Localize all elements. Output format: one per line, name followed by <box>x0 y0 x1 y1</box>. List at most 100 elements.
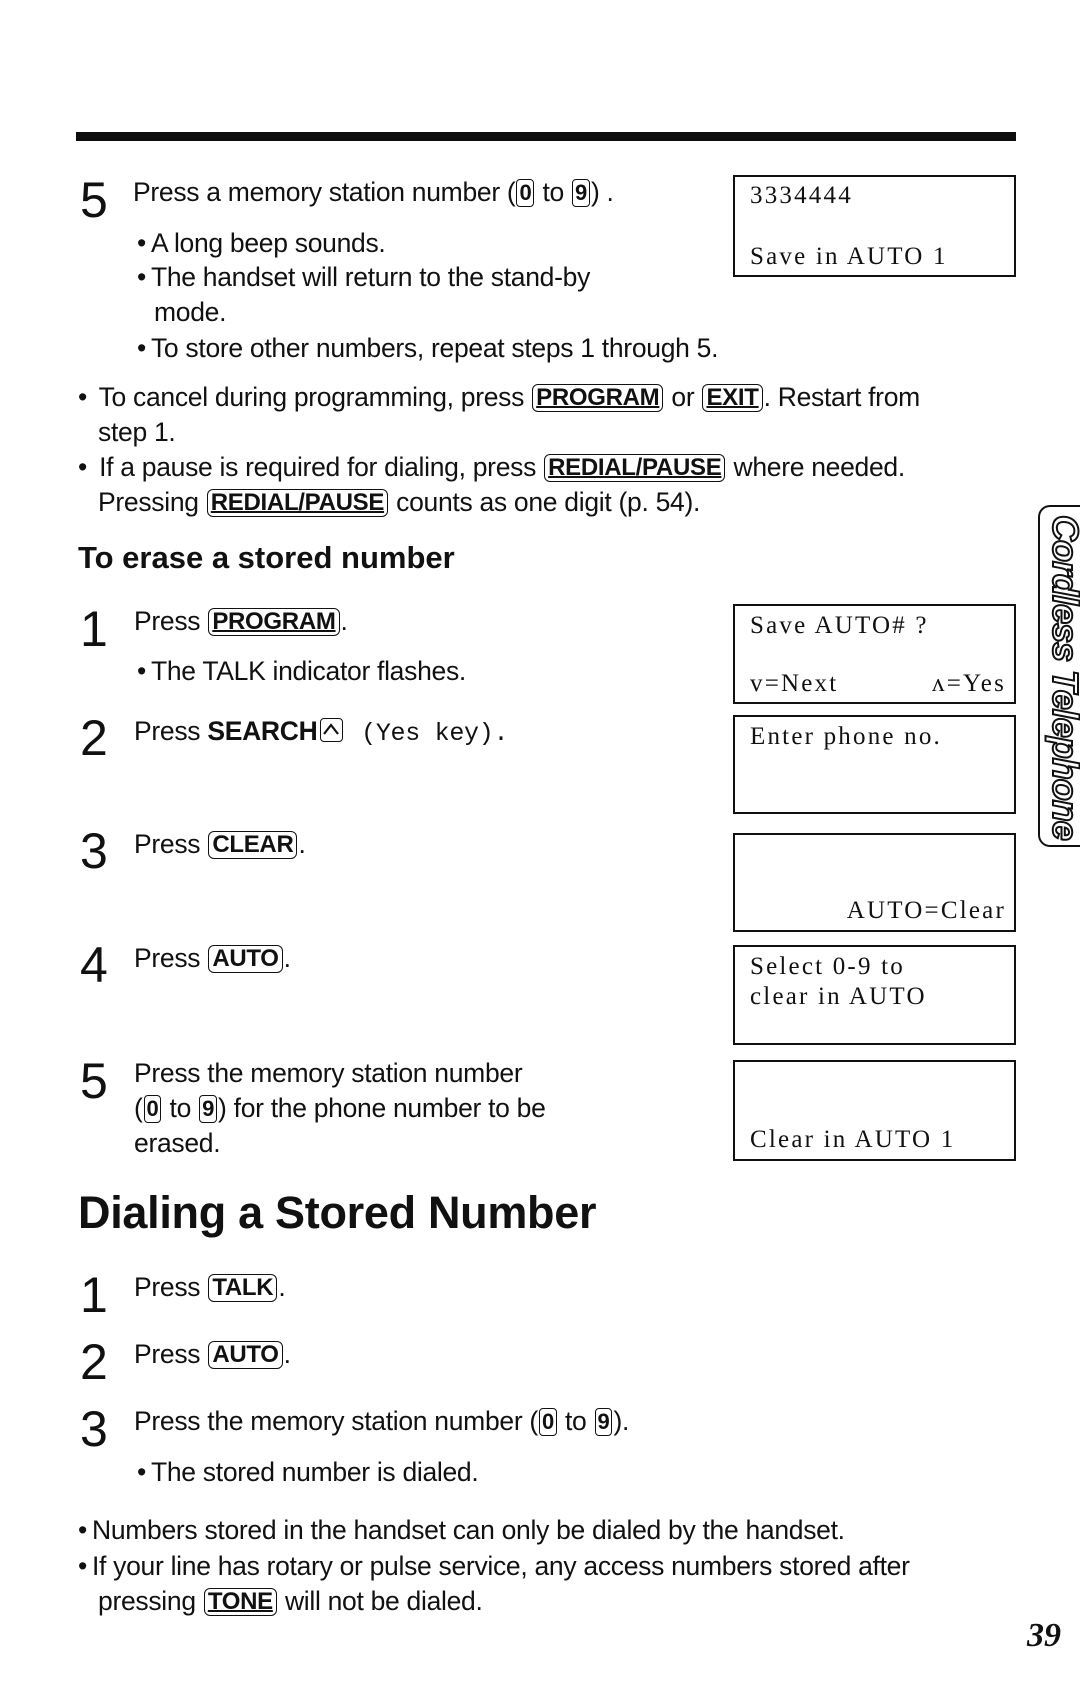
handset-display: AUTO=Clear <box>733 833 1016 932</box>
key-0: 0 <box>538 1408 557 1436</box>
display-line: v=Next <box>750 670 839 697</box>
note-text: If a pause is required for dialing, pres… <box>99 452 544 482</box>
step-text-part: Press a memory station number ( <box>133 177 516 207</box>
step-text: Press CLEAR. <box>134 827 306 861</box>
step-text-part: . <box>340 606 348 636</box>
handset-display: Clear in AUTO 1 <box>733 1060 1016 1161</box>
step-text-part: Press <box>134 716 208 746</box>
step-number: 5 <box>80 172 108 228</box>
key-auto: AUTO <box>208 945 283 973</box>
display-line: Save in AUTO 1 <box>750 243 948 270</box>
step-number: 2 <box>80 1334 108 1390</box>
step-text: Press the memory station number (0 to 9)… <box>134 1404 629 1438</box>
step-text-part: Press <box>134 1339 208 1369</box>
step-text-part: to <box>535 177 572 207</box>
step-number: 2 <box>80 710 108 766</box>
bullet-item: The TALK indicator flashes. <box>137 654 466 688</box>
step-number: 1 <box>80 601 108 657</box>
step-text-part: Press <box>134 829 208 859</box>
chapter-side-tab-label: Cordless Telephone <box>1044 514 1080 841</box>
step-text-part: . <box>298 829 306 859</box>
step-text: Press PROGRAM. <box>134 604 348 638</box>
key-0: 0 <box>516 179 535 207</box>
note-text: To cancel during programming, press <box>98 382 532 412</box>
up-arrow-key-icon <box>320 718 344 742</box>
note-text: or <box>664 382 702 412</box>
step-text-part: (Yes key). <box>346 719 509 748</box>
step-text-part: to <box>557 1406 594 1436</box>
step-text: (0 to 9) for the phone number to be <box>134 1091 546 1125</box>
handset-display: Save AUTO# ? v=Next ʌ=Yes <box>733 604 1016 704</box>
step-text-part: to <box>162 1093 199 1123</box>
note-continuation: step 1. <box>98 417 176 447</box>
key-exit: EXIT <box>702 384 763 412</box>
step-number: 4 <box>80 937 108 993</box>
step-text-part: Press <box>134 1272 208 1302</box>
key-9: 9 <box>594 1408 613 1436</box>
section-heading: To erase a stored number <box>78 540 455 575</box>
step-text-part: Press the memory station number ( <box>134 1406 538 1436</box>
note-item: If a pause is required for dialing, pres… <box>78 450 905 484</box>
search-label: SEARCH <box>207 716 318 746</box>
step-text-part: . <box>283 943 291 973</box>
step-text: Press a memory station number (0 to 9) . <box>133 175 614 209</box>
step-text: Press AUTO. <box>134 1337 291 1371</box>
note-text: . Restart from <box>763 382 921 412</box>
step-text: Press the memory station number <box>134 1058 523 1088</box>
key-talk: TALK <box>208 1274 278 1302</box>
display-line: AUTO=Clear <box>846 897 1006 924</box>
note-continuation: pressing TONE will not be dialed. <box>98 1584 483 1618</box>
page-number: 39 <box>1027 1617 1061 1654</box>
step-number: 1 <box>80 1267 108 1323</box>
step-text-part: . <box>283 1339 291 1369</box>
step-text-part: ( <box>134 1093 143 1123</box>
note-item: To cancel during programming, press PROG… <box>78 380 920 414</box>
display-line: Select 0-9 to <box>750 953 905 980</box>
note-text: will not be dialed. <box>277 1586 483 1616</box>
step-number: 5 <box>80 1053 108 1109</box>
section-divider-rule <box>76 132 1016 141</box>
chapter-side-tab: Cordless Telephone <box>1038 505 1080 847</box>
key-9: 9 <box>572 179 590 207</box>
step-text-part: Press <box>134 606 208 636</box>
note-item: If your line has rotary or pulse service… <box>78 1549 910 1583</box>
handset-display: Enter phone no. <box>733 715 1016 814</box>
display-line: Save AUTO# ? <box>750 612 929 639</box>
key-program: PROGRAM <box>532 384 664 412</box>
bullet-item: The stored number is dialed. <box>137 1455 479 1489</box>
step-text: Press TALK. <box>134 1270 286 1304</box>
note-text: pressing <box>98 1586 203 1616</box>
key-9: 9 <box>199 1095 218 1123</box>
section-heading: Dialing a Stored Number <box>78 1187 597 1238</box>
note-text: where needed. <box>726 452 905 482</box>
display-line: ʌ=Yes <box>932 670 1006 697</box>
handset-display: 3334444 Save in AUTO 1 <box>733 175 1016 277</box>
step-text: Press SEARCH (Yes key). <box>134 714 508 751</box>
key-redial-pause: REDIAL/PAUSE <box>544 454 726 482</box>
step-text-part: ). <box>613 1406 630 1436</box>
bullet-item: A long beep sounds. <box>137 226 386 260</box>
note-text: Pressing <box>98 487 206 517</box>
note-item: Numbers stored in the handset can only b… <box>78 1513 845 1547</box>
step-text-part: Press <box>134 943 208 973</box>
display-line: 3334444 <box>750 182 853 209</box>
step-text: Press AUTO. <box>134 941 291 975</box>
step-text-part: . <box>278 1272 286 1302</box>
display-line: Clear in AUTO 1 <box>750 1126 956 1153</box>
handset-display: Select 0-9 to clear in AUTO <box>733 945 1016 1045</box>
key-0: 0 <box>143 1095 162 1123</box>
step-text-part: ) for the phone number to be <box>218 1093 546 1123</box>
bullet-continuation: mode. <box>154 297 227 327</box>
note-text: counts as one digit (p. 54). <box>389 487 701 517</box>
key-program: PROGRAM <box>208 608 340 636</box>
key-auto: AUTO <box>208 1341 283 1369</box>
key-clear: CLEAR <box>208 831 298 859</box>
bullet-item: To store other numbers, repeat steps 1 t… <box>137 331 718 365</box>
step-text-part: ) . <box>590 177 614 207</box>
step-number: 3 <box>80 823 108 879</box>
key-redial-pause: REDIAL/PAUSE <box>206 489 389 517</box>
display-line: clear in AUTO <box>750 983 927 1010</box>
bullet-item: The handset will return to the stand-by <box>137 260 590 294</box>
display-line: Enter phone no. <box>750 723 942 750</box>
note-continuation: Pressing REDIAL/PAUSE counts as one digi… <box>98 485 700 519</box>
